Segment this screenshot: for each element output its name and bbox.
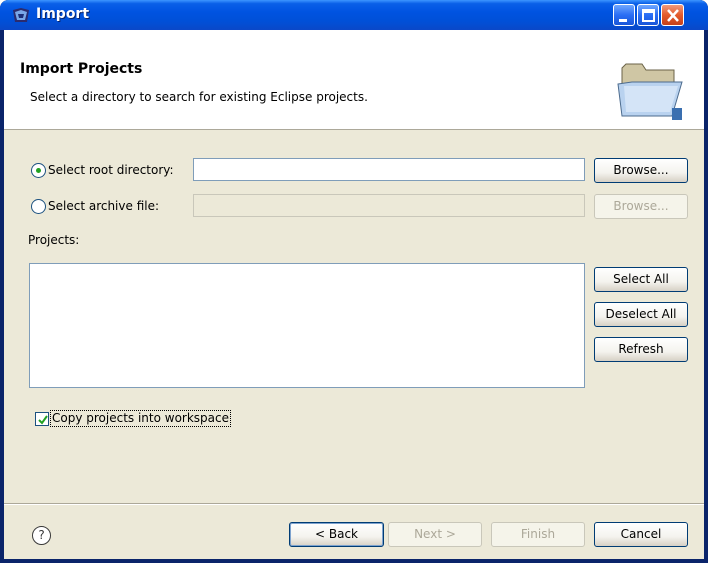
copy-projects-text: Copy projects into workspace xyxy=(52,411,230,425)
wizard-banner: Import Projects Select a directory to se… xyxy=(4,30,704,130)
minimize-button[interactable] xyxy=(613,4,635,26)
projects-label: Projects: xyxy=(28,233,80,247)
root-directory-field[interactable] xyxy=(194,159,584,180)
projects-list[interactable] xyxy=(29,263,585,388)
deselect-all-button[interactable]: Deselect All xyxy=(594,302,688,327)
footer-separator xyxy=(4,503,704,505)
folder-icon xyxy=(616,28,688,128)
close-button[interactable] xyxy=(661,4,684,26)
minimize-icon xyxy=(619,19,627,22)
maximize-button[interactable] xyxy=(637,4,659,26)
next-button: Next > xyxy=(388,522,482,547)
close-icon xyxy=(667,9,679,22)
title-bar[interactable]: Import xyxy=(0,0,708,30)
root-directory-input[interactable] xyxy=(193,158,585,181)
archive-file-radio[interactable] xyxy=(31,199,46,214)
copy-projects-checkbox[interactable] xyxy=(35,412,49,426)
archive-file-label[interactable]: Select archive file: xyxy=(48,199,159,213)
cancel-button[interactable]: Cancel xyxy=(594,522,688,547)
dialog-body: Import Projects Select a directory to se… xyxy=(4,30,704,559)
checkmark-icon xyxy=(38,415,48,425)
browse-archive-button: Browse... xyxy=(594,194,688,219)
copy-projects-label[interactable]: Copy projects into workspace xyxy=(50,410,232,427)
root-directory-label[interactable]: Select root directory: xyxy=(48,163,174,177)
page-title: Import Projects xyxy=(20,61,143,77)
archive-file-field xyxy=(194,195,584,216)
page-description: Select a directory to search for existin… xyxy=(30,90,368,104)
back-button[interactable]: < Back xyxy=(289,522,384,547)
root-directory-radio[interactable] xyxy=(31,163,46,178)
finish-button: Finish xyxy=(491,522,585,547)
window-title: Import xyxy=(36,6,90,22)
archive-file-input xyxy=(193,194,585,217)
select-all-button[interactable]: Select All xyxy=(594,267,688,292)
browse-root-button[interactable]: Browse... xyxy=(594,158,688,183)
help-icon[interactable]: ? xyxy=(32,526,51,545)
refresh-button[interactable]: Refresh xyxy=(594,337,688,362)
eclipse-import-icon xyxy=(12,7,30,23)
import-dialog: Import Import Projects Select a director… xyxy=(0,0,708,563)
maximize-icon xyxy=(642,9,655,22)
